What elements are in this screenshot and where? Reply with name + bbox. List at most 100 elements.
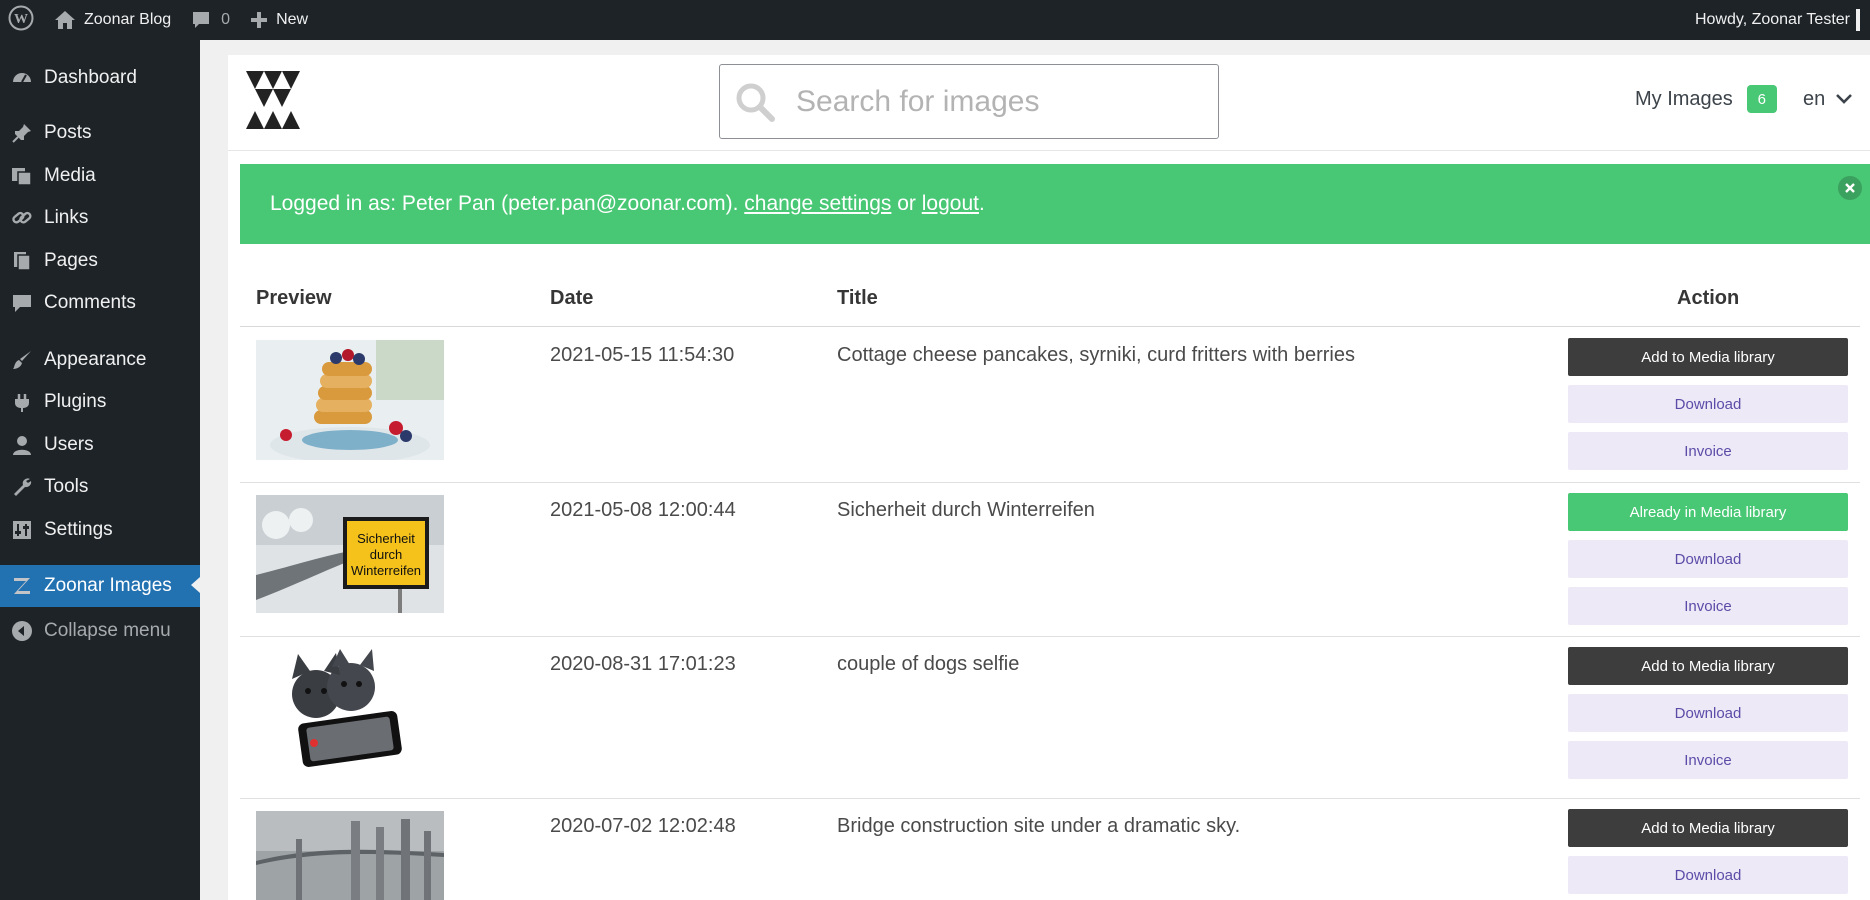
sidebar-item-label: Appearance — [44, 349, 147, 370]
collapse-menu-button[interactable]: Collapse menu — [0, 611, 200, 651]
download-button[interactable]: Download — [1568, 540, 1848, 578]
sidebar-item-media[interactable]: Media — [0, 156, 200, 196]
plus-icon — [250, 11, 268, 29]
user-icon — [10, 433, 34, 457]
sidebar-item-label: Settings — [44, 519, 113, 540]
sidebar-item-appearance[interactable]: Appearance — [0, 340, 200, 380]
add-to-media-library-button[interactable]: Add to Media library — [1568, 809, 1848, 847]
search-input[interactable] — [796, 84, 1176, 119]
sidebar-item-posts[interactable]: Posts — [0, 113, 200, 153]
wrench-icon — [10, 475, 34, 499]
add-to-media-library-button[interactable]: Add to Media library — [1568, 647, 1848, 685]
sidebar-item-label: Dashboard — [44, 67, 137, 88]
link-icon — [10, 206, 34, 230]
already-in-media-library-button[interactable]: Already in Media library — [1568, 493, 1848, 531]
preview-bridge-construction[interactable] — [256, 811, 444, 900]
collapse-icon — [10, 619, 34, 643]
close-icon — [1844, 176, 1856, 200]
wordpress-logo-icon: W — [8, 5, 34, 36]
sidebar-item-label: Tools — [44, 476, 89, 497]
sidebar-item-label: Plugins — [44, 391, 107, 412]
download-button[interactable]: Download — [1568, 856, 1848, 894]
sidebar-item-label: Comments — [44, 292, 136, 313]
add-to-media-library-button[interactable]: Add to Media library — [1568, 338, 1848, 376]
invoice-button[interactable]: Invoice — [1568, 587, 1848, 625]
column-preview: Preview — [256, 287, 332, 309]
column-action: Action — [1677, 287, 1740, 309]
language-select[interactable]: en — [1803, 84, 1853, 114]
row-title: Cottage cheese pancakes, syrniki, curd f… — [837, 344, 1355, 366]
table-row: 2020-07-02 12:02:48 Bridge construction … — [240, 799, 1860, 900]
sidebar-item-label: Users — [44, 434, 94, 455]
language-value: en — [1803, 87, 1826, 110]
svg-text:W: W — [14, 12, 28, 27]
sidebar-item-label: Links — [44, 207, 89, 228]
sidebar-item-links[interactable]: Links — [0, 198, 200, 238]
home-icon — [54, 10, 76, 30]
wordpress-logo-link[interactable]: W — [0, 0, 44, 40]
media-icon — [10, 164, 34, 188]
my-images-label: My Images — [1635, 87, 1733, 110]
sidebar-item-settings[interactable]: Settings — [0, 510, 200, 550]
row-title: Sicherheit durch Winterreifen — [837, 499, 1095, 521]
search-icon — [734, 81, 776, 123]
sign-line-2: durch — [370, 547, 403, 562]
settings-icon — [10, 518, 34, 542]
comment-bubble-icon — [191, 10, 211, 30]
notice-suffix: . — [978, 192, 985, 215]
invoice-button[interactable]: Invoice — [1568, 741, 1848, 779]
sidebar-item-tools[interactable]: Tools — [0, 467, 200, 507]
table-row: 2021-05-15 11:54:30 Cottage cheese panca… — [240, 328, 1860, 483]
logout-link[interactable]: logout — [922, 192, 979, 215]
sidebar-item-comments[interactable]: Comments — [0, 283, 200, 323]
chevron-down-icon — [1835, 93, 1853, 105]
comments-link[interactable]: 0 — [181, 0, 240, 40]
sidebar-item-users[interactable]: Users — [0, 425, 200, 465]
notice-prefix: Logged in as: Peter Pan (peter.pan@zoona… — [270, 192, 745, 215]
change-settings-link[interactable]: change settings — [744, 192, 891, 215]
table-row: Sicherheit durch Winterreifen 2021-05-08… — [240, 483, 1860, 637]
admin-sidebar: Dashboard Posts Media Links Pages Commen… — [0, 40, 200, 900]
row-date: 2020-08-31 17:01:23 — [550, 653, 736, 675]
comment-icon — [10, 291, 34, 315]
row-title: Bridge construction site under a dramati… — [837, 815, 1241, 837]
sidebar-item-plugins[interactable]: Plugins — [0, 382, 200, 422]
sidebar-item-label: Media — [44, 165, 96, 186]
row-date: 2021-05-08 12:00:44 — [550, 499, 736, 521]
site-name: Zoonar Blog — [84, 11, 172, 28]
sidebar-item-label: Zoonar Images — [44, 575, 172, 596]
invoice-button[interactable]: Invoice — [1568, 432, 1848, 470]
new-label: New — [276, 11, 309, 28]
sign-line-1: Sicherheit — [357, 531, 415, 546]
zoonar-logo[interactable] — [244, 69, 302, 131]
comments-count: 0 — [221, 11, 231, 28]
download-button[interactable]: Download — [1568, 694, 1848, 732]
pages-icon — [10, 249, 34, 273]
sidebar-item-pages[interactable]: Pages — [0, 241, 200, 281]
sign-line-3: Winterreifen — [351, 563, 421, 578]
my-images-link[interactable]: My Images 6 — [1635, 84, 1777, 114]
preview-pancakes[interactable] — [256, 340, 444, 460]
preview-dogs-selfie[interactable] — [256, 649, 444, 769]
notice-text: Logged in as: Peter Pan (peter.pan@zoona… — [270, 192, 985, 216]
new-content-link[interactable]: New — [240, 0, 318, 40]
dashboard-icon — [10, 66, 34, 90]
howdy-text: Howdy, Zoonar Tester — [1694, 11, 1850, 28]
close-notice-button[interactable] — [1838, 176, 1862, 200]
zoonar-icon — [10, 574, 34, 598]
my-images-count-badge: 6 — [1746, 85, 1777, 113]
preview-winter-tires[interactable]: Sicherheit durch Winterreifen — [256, 495, 444, 613]
row-title: couple of dogs selfie — [837, 653, 1020, 675]
sidebar-item-label: Collapse menu — [44, 620, 171, 641]
table-header: Preview Date Title Action — [240, 275, 1860, 327]
site-name-link[interactable]: Zoonar Blog — [44, 0, 181, 40]
notice-or: or — [891, 192, 922, 215]
column-date: Date — [550, 287, 594, 309]
sidebar-item-zoonar-images[interactable]: Zoonar Images — [0, 565, 200, 607]
my-account-link[interactable]: Howdy, Zoonar Tester — [1685, 0, 1870, 40]
download-button[interactable]: Download — [1568, 385, 1848, 423]
sidebar-item-dashboard[interactable]: Dashboard — [0, 58, 200, 98]
zoonar-panel: My Images 6 en Logged in as: Peter Pan (… — [228, 55, 1870, 900]
login-notice: Logged in as: Peter Pan (peter.pan@zoona… — [240, 164, 1870, 244]
row-date: 2020-07-02 12:02:48 — [550, 815, 736, 837]
